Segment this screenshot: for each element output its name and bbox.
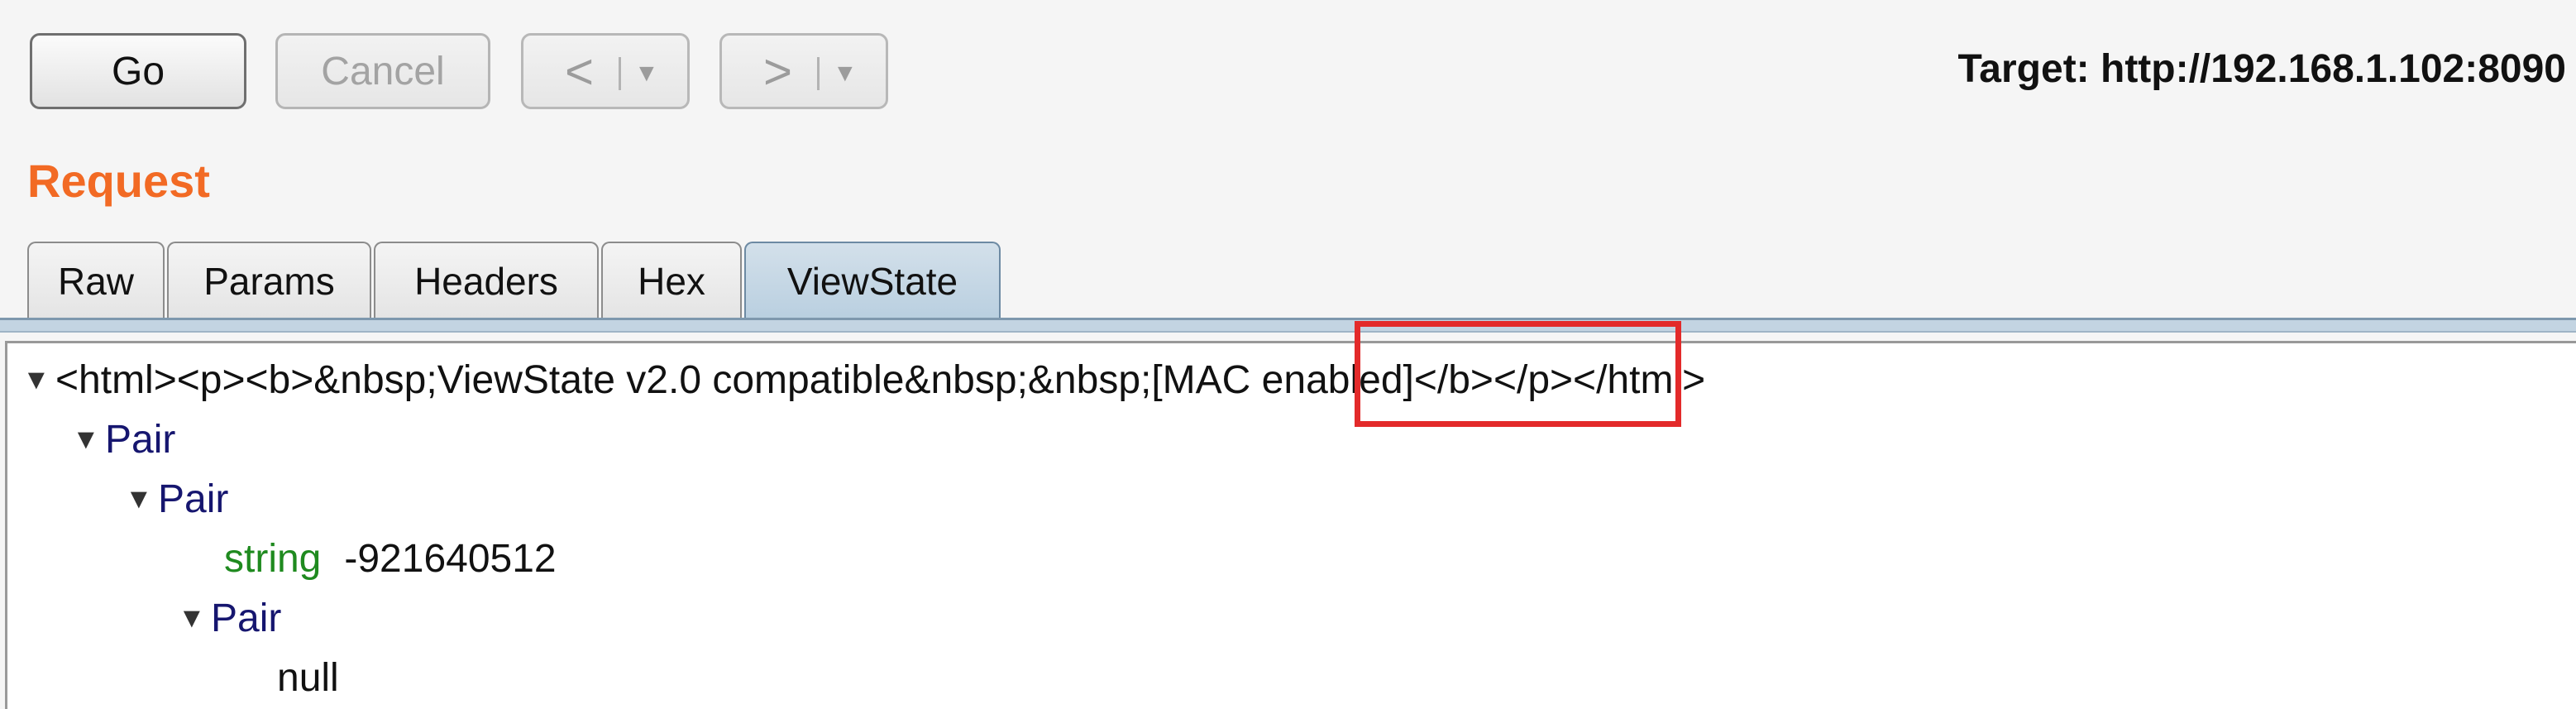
- root-html-before: <html><p><b>&nbsp;ViewState v2.0 compati…: [55, 357, 1152, 402]
- tab-headers[interactable]: Headers: [374, 242, 599, 319]
- request-tabs: Raw Params Headers Hex ViewState: [27, 242, 1003, 319]
- expand-caret-icon[interactable]: ▼: [178, 602, 211, 635]
- tab-params[interactable]: Params: [167, 242, 371, 319]
- expand-caret-icon[interactable]: ▼: [72, 424, 105, 456]
- back-arrow-icon: <: [565, 44, 595, 99]
- toolbar: Go Cancel < ▼ > ▼ Target: http://192.168…: [0, 0, 2576, 141]
- go-button[interactable]: Go: [30, 33, 246, 109]
- mac-enabled-highlight-box: [1355, 321, 1681, 427]
- tab-hex[interactable]: Hex: [601, 242, 742, 319]
- pair-node-label: Pair: [158, 477, 229, 521]
- null-value: null: [277, 655, 339, 700]
- forward-arrow-icon: >: [763, 44, 793, 99]
- target-url: Target: http://192.168.1.102:8090: [1957, 47, 2566, 91]
- string-value: -921640512: [344, 536, 557, 581]
- expand-caret-icon[interactable]: ▼: [22, 364, 55, 396]
- string-type-label: string: [224, 536, 322, 581]
- tree-string-row[interactable]: string -921640512: [224, 529, 557, 588]
- pair-node-label: Pair: [105, 417, 176, 462]
- request-title: Request: [27, 155, 210, 207]
- button-divider: [817, 57, 820, 90]
- viewstate-tree[interactable]: ▼ <html><p><b>&nbsp;ViewState v2.0 compa…: [5, 341, 2576, 709]
- tab-content-strip: [0, 318, 2576, 333]
- forward-dropdown-icon[interactable]: ▼: [833, 59, 858, 89]
- expand-caret-icon[interactable]: ▼: [125, 483, 158, 515]
- tab-raw[interactable]: Raw: [27, 242, 165, 319]
- tab-viewstate[interactable]: ViewState: [744, 242, 1001, 319]
- back-button[interactable]: < ▼: [521, 33, 690, 109]
- tree-pair-row[interactable]: ▼ Pair: [125, 469, 228, 529]
- pair-node-label: Pair: [211, 596, 282, 640]
- tree-pair-row[interactable]: ▼ Pair: [178, 588, 281, 648]
- button-divider: [619, 57, 621, 90]
- back-dropdown-icon[interactable]: ▼: [634, 59, 659, 89]
- tree-pair-row[interactable]: ▼ Pair: [72, 410, 175, 469]
- tree-null-row[interactable]: null: [277, 648, 339, 707]
- forward-button[interactable]: > ▼: [719, 33, 888, 109]
- cancel-button[interactable]: Cancel: [275, 33, 490, 109]
